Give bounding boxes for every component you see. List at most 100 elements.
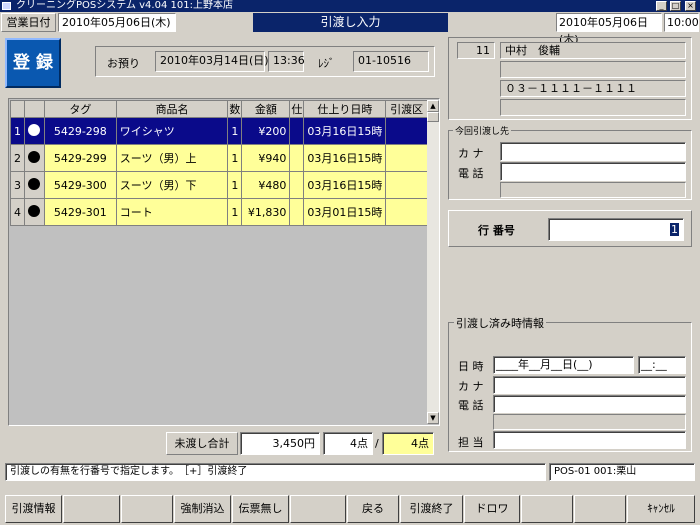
table-row[interactable]: 4 5429-301 コート 1 ¥1,830 03月01日15時 xyxy=(10,198,428,226)
line-number-label: 行 番号 xyxy=(478,224,515,237)
totals-amount: 3,450円 xyxy=(240,432,320,455)
col-header-price: 金額 xyxy=(241,100,291,118)
no-slip-button[interactable]: 伝票無し xyxy=(232,495,289,523)
col-header-tag: タグ xyxy=(43,100,117,118)
row-mark[interactable] xyxy=(23,198,45,226)
delivery-kana-input[interactable] xyxy=(500,142,686,161)
row-mark[interactable] xyxy=(23,171,45,199)
row-price: ¥200 xyxy=(241,117,291,145)
history-phone xyxy=(493,395,686,413)
delivery-dot-icon xyxy=(28,123,41,136)
delivery-phone-input[interactable] xyxy=(500,162,686,181)
receipt-date: 2010年03月14日(日) xyxy=(155,51,269,72)
row-shi xyxy=(289,171,305,199)
row-tag: 5429-298 xyxy=(43,117,117,145)
col-header-shi: 仕 xyxy=(289,100,305,118)
row-number: 1 xyxy=(10,117,25,145)
row-deliv xyxy=(385,117,428,145)
delivery-to-title: 今回引渡し先 xyxy=(453,124,512,137)
row-number: 4 xyxy=(10,198,25,226)
history-blank xyxy=(493,414,686,430)
maximize-button[interactable]: □ xyxy=(670,1,681,11)
row-number: 2 xyxy=(10,144,25,172)
delivery-dot-icon xyxy=(28,177,41,190)
col-header-qty: 数 xyxy=(227,100,243,118)
function-button-3[interactable] xyxy=(121,495,173,523)
col-header-mark xyxy=(23,100,45,118)
current-time: 10:00 xyxy=(664,13,699,32)
history-title: 引渡し済み時情報 xyxy=(454,315,546,331)
function-button-11[interactable] xyxy=(574,495,626,523)
totals-label: 未渡し合計 xyxy=(166,432,238,455)
business-date-label: 営業日付 xyxy=(1,13,56,32)
history-kana-label: カ ナ xyxy=(458,380,484,393)
row-tag: 5429-300 xyxy=(43,171,117,199)
row-price: ¥1,830 xyxy=(241,198,291,226)
item-table: タグ 商品名 数 金額 仕 仕上り日時 引渡区 1 5429-298 ワイシャツ… xyxy=(10,100,428,226)
row-item: コート xyxy=(115,198,229,226)
cancel-button[interactable]: ｷｬﾝｾﾙ xyxy=(627,495,695,523)
delivery-kana-label: カ ナ xyxy=(458,147,484,160)
register-number: 01-10516 xyxy=(353,51,429,72)
customer-blank-2 xyxy=(500,99,686,116)
table-row[interactable]: 1 5429-298 ワイシャツ 1 ¥200 03月16日15時 xyxy=(10,117,428,145)
delivery-phone-label: 電 話 xyxy=(458,167,484,180)
row-item: ワイシャツ xyxy=(115,117,229,145)
table-row[interactable]: 2 5429-299 スーツ（男）上 1 ¥940 03月16日15時 xyxy=(10,144,428,172)
row-deliv xyxy=(385,171,428,199)
row-shi xyxy=(289,144,305,172)
customer-id: 11 xyxy=(457,42,495,59)
title-bar: クリーニングPOSシステム v4.04 101:上野本店 _ □ × xyxy=(0,0,700,12)
function-button-2[interactable] xyxy=(63,495,120,523)
customer-name: 中村 俊輔 xyxy=(500,42,686,59)
row-qty: 1 xyxy=(227,144,243,172)
delivery-extra-field xyxy=(500,182,686,198)
finish-delivery-button[interactable]: 引渡終了 xyxy=(400,495,463,523)
delivery-info-button[interactable]: 引渡情報 xyxy=(5,495,62,523)
row-price: ¥480 xyxy=(241,171,291,199)
row-shi xyxy=(289,117,305,145)
force-clear-button[interactable]: 強制消込 xyxy=(174,495,231,523)
scroll-down-icon[interactable]: ▼ xyxy=(427,412,439,424)
table-scrollbar[interactable]: ▲ ▼ xyxy=(427,100,439,424)
row-finish: 03月16日15時 xyxy=(303,144,387,172)
delivery-dot-icon xyxy=(28,150,41,163)
delivery-dot-icon xyxy=(28,204,41,217)
status-message: 引渡しの有無を行番号で指定します。 ［+］引渡終了 xyxy=(5,463,546,481)
register-button[interactable]: 登 録 xyxy=(5,38,61,88)
row-mark[interactable] xyxy=(23,117,45,145)
function-button-6[interactable] xyxy=(290,495,346,523)
table-row[interactable]: 3 5429-300 スーツ（男）下 1 ¥480 03月16日15時 xyxy=(10,171,428,199)
row-item: スーツ（男）上 xyxy=(115,144,229,172)
row-mark[interactable] xyxy=(23,144,45,172)
history-datetime-label: 日 時 xyxy=(458,360,484,373)
screen-title: 引渡し入力 xyxy=(253,13,448,32)
row-price: ¥940 xyxy=(241,144,291,172)
line-number-input[interactable]: 1 xyxy=(548,218,684,241)
status-pos: POS-01 001:栗山 xyxy=(549,463,695,481)
row-tag: 5429-299 xyxy=(43,144,117,172)
receipt-label: お預り xyxy=(107,57,140,70)
customer-phone: ０３－１１１１－１１１１ xyxy=(500,80,686,97)
scroll-up-icon[interactable]: ▲ xyxy=(427,100,439,112)
row-finish: 03月16日15時 xyxy=(303,171,387,199)
row-item: スーツ（男）下 xyxy=(115,171,229,199)
drawer-button[interactable]: ドロワ xyxy=(464,495,520,523)
row-qty: 1 xyxy=(227,117,243,145)
header-bar: 営業日付 2010年05月06日(木) 引渡し入力 2010年05月06日(木)… xyxy=(0,12,700,46)
current-date: 2010年05月06日(木) xyxy=(556,13,662,46)
back-button[interactable]: 戻る xyxy=(347,495,399,523)
scroll-thumb[interactable] xyxy=(427,112,439,122)
history-phone-label: 電 話 xyxy=(458,399,484,412)
history-datetime: ____年__月__日(__) xyxy=(493,356,634,374)
col-header-deliv: 引渡区 xyxy=(385,100,428,118)
history-staff-label: 担 当 xyxy=(458,436,484,449)
history-staff xyxy=(493,431,686,449)
row-qty: 1 xyxy=(227,198,243,226)
col-header-item: 商品名 xyxy=(115,100,229,118)
row-qty: 1 xyxy=(227,171,243,199)
close-button[interactable]: × xyxy=(685,1,696,11)
window-title: クリーニングPOSシステム v4.04 101:上野本店 xyxy=(16,0,233,11)
function-button-10[interactable] xyxy=(521,495,573,523)
minimize-button[interactable]: _ xyxy=(656,1,667,11)
